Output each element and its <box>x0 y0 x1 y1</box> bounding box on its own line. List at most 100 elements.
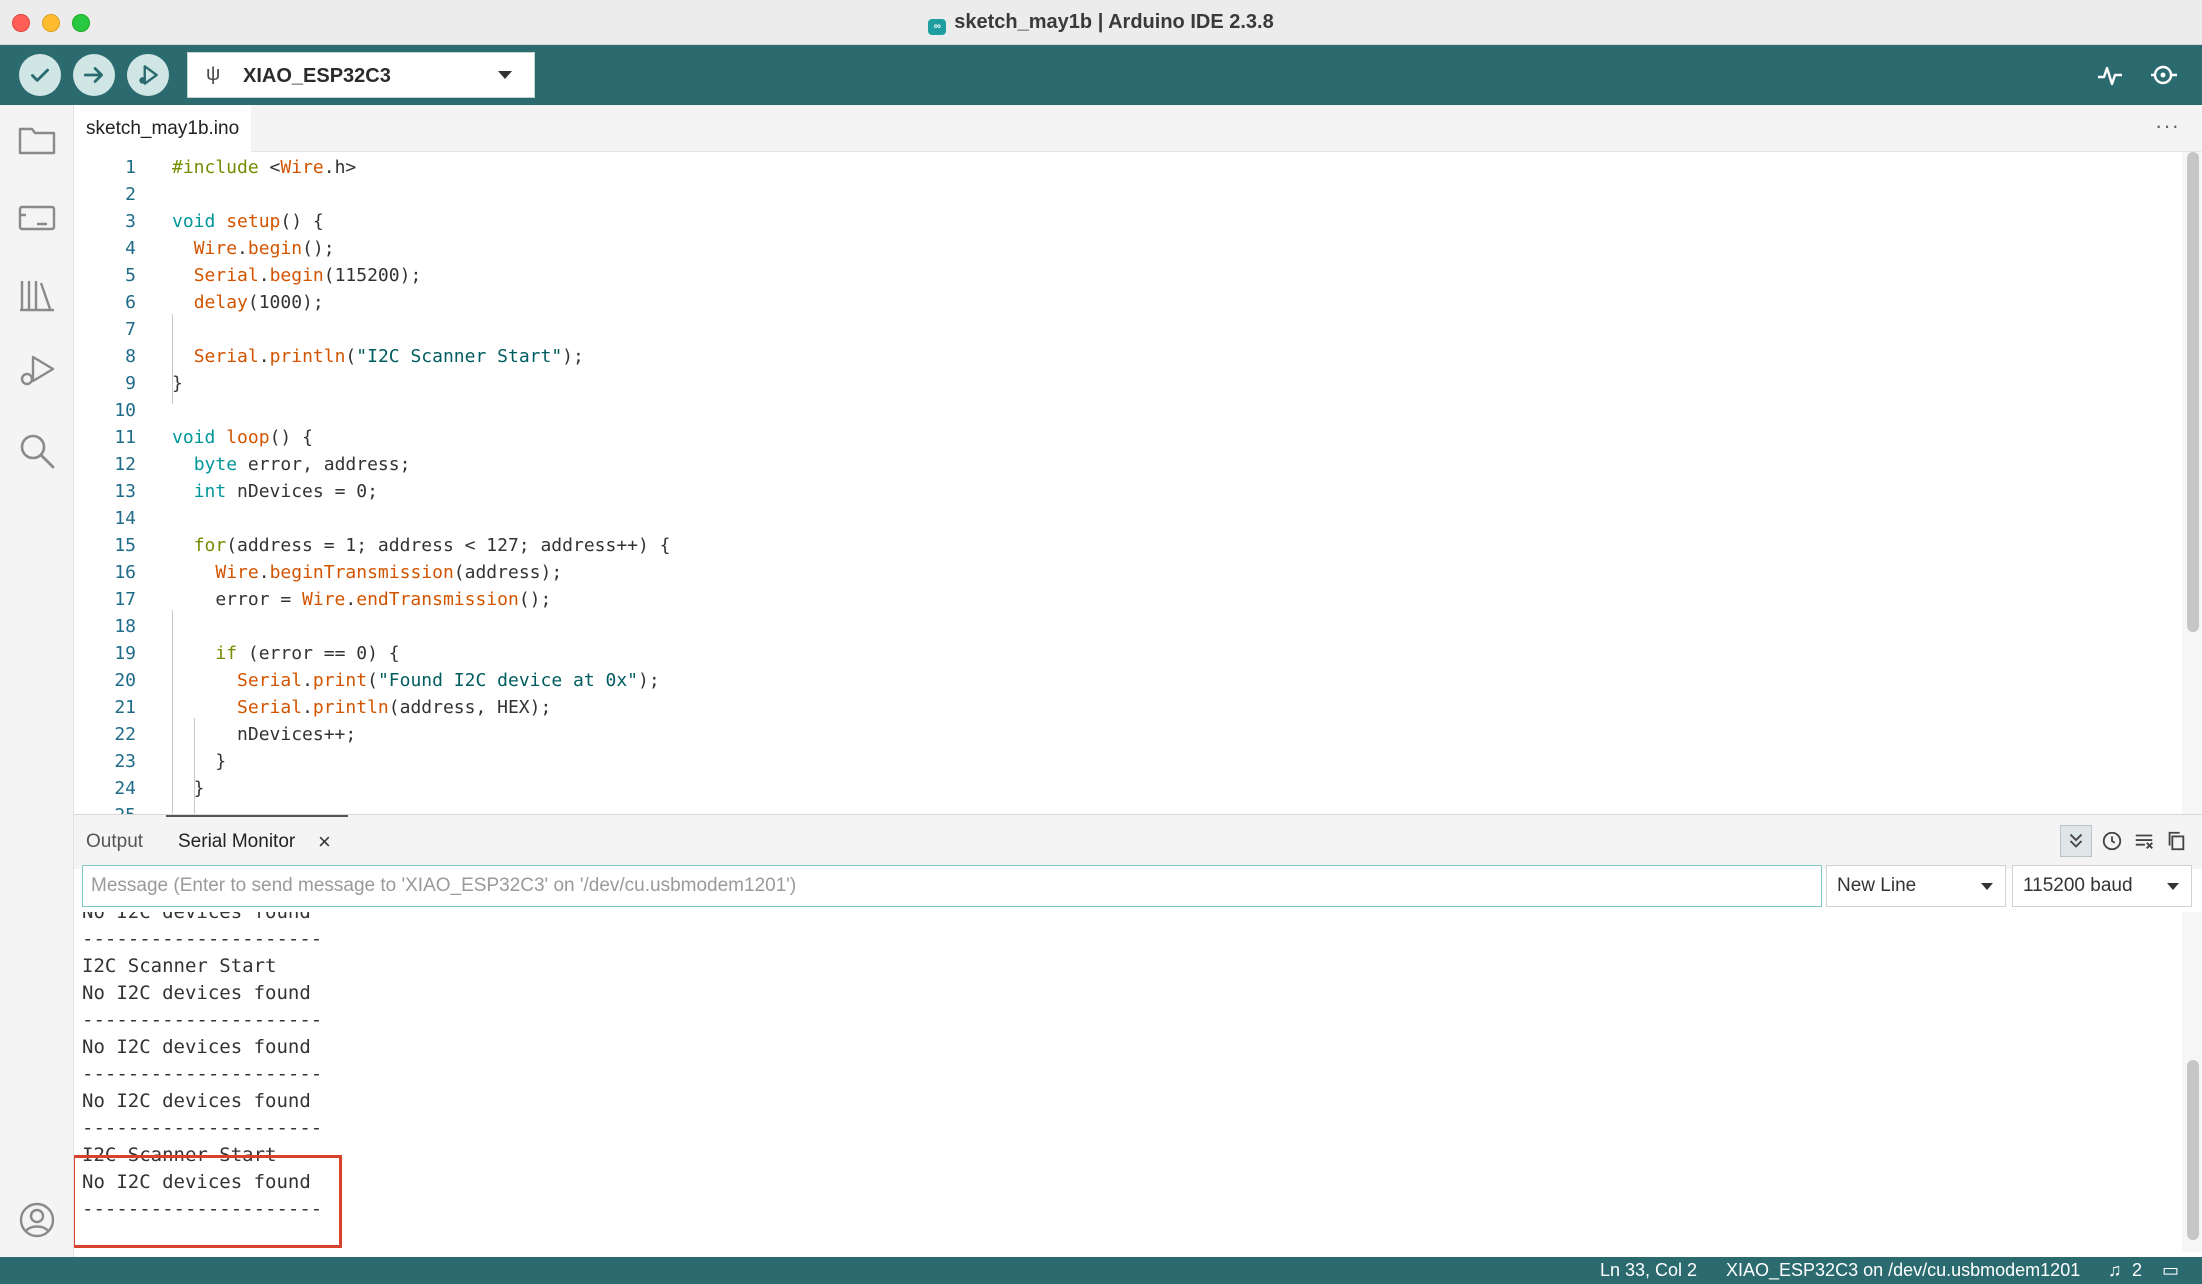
code-text: for(address = 1; address < 127; address+… <box>193 535 671 556</box>
editor-scrollbar-thumb[interactable] <box>2187 152 2199 632</box>
code-line[interactable]: 2 <box>74 181 2174 208</box>
debug-panel-button[interactable] <box>17 351 57 391</box>
code-line[interactable]: 10 <box>74 397 2174 424</box>
arduino-infinity-icon: ∞ <box>928 19 947 35</box>
boards-manager-button[interactable] <box>17 197 57 237</box>
code-text: Wire.begin(); <box>193 238 335 259</box>
clear-output-icon <box>2135 834 2153 849</box>
code-line[interactable]: 4 Wire.begin(); <box>74 235 2174 262</box>
tab-output[interactable]: Output <box>86 831 143 853</box>
copy-output-button[interactable] <box>2160 825 2192 857</box>
message-field[interactable] <box>82 865 1822 907</box>
board-selector[interactable]: ψ XIAO_ESP32C3 <box>187 52 535 98</box>
code-line[interactable]: 7 <box>74 316 2174 343</box>
code-editor[interactable]: 1 #include <Wire.h> 2 3 void setup() {4 Wire… <box>74 152 2182 814</box>
code-line[interactable]: 11 void loop() { <box>74 424 2174 451</box>
arduino-ide-window: ∞ sketch_may1b | Arduino IDE 2.3.8 ψ XIAO… <box>0 0 2202 1284</box>
board-name: XIAO_ESP32C3 <box>243 65 391 87</box>
line-number: 25 <box>74 802 136 814</box>
serial-line: --------------------- <box>82 928 323 950</box>
code-line[interactable]: 24 } <box>74 775 2174 802</box>
editor-scrollbar[interactable] <box>2182 152 2202 814</box>
code-text: Serial.print("Found I2C device at 0x"); <box>237 670 660 691</box>
line-number: 15 <box>114 535 136 556</box>
code-text: Wire.beginTransmission(address); <box>215 562 563 583</box>
code-line[interactable]: 22 nDevices++; <box>74 721 2174 748</box>
tab-serial-monitor[interactable]: Serial Monitor <box>178 831 295 853</box>
line-number: 18 <box>114 616 136 637</box>
line-number: 6 <box>125 292 136 313</box>
code-text: Serial.println(address, HEX); <box>237 697 552 718</box>
serial-monitor-button[interactable] <box>2148 59 2180 91</box>
line-number: 11 <box>114 427 136 448</box>
chevron-down-icon <box>1981 883 1993 890</box>
indent-guide <box>172 314 173 404</box>
serial-scrollbar-thumb[interactable] <box>2187 1060 2199 1240</box>
cursor-position[interactable]: Ln 33, Col 2 <box>1600 1260 1697 1281</box>
line-number: 24 <box>114 778 136 799</box>
status-bar: Ln 33, Col 2 XIAO_ESP32C3 on /dev/cu.usb… <box>0 1257 2202 1284</box>
autoscroll-icon <box>2069 833 2083 848</box>
line-ending-value: New Line <box>1837 875 1917 896</box>
search-button[interactable] <box>17 431 57 471</box>
code-line[interactable]: 15 for(address = 1; address < 127; addre… <box>74 532 2174 559</box>
file-tab-sketch[interactable]: sketch_may1b.ino <box>74 105 252 152</box>
code-line[interactable]: 14 <box>74 505 2174 532</box>
serial-line: --------------------- <box>82 1063 323 1085</box>
code-line[interactable]: 21 Serial.println(address, HEX); <box>74 694 2174 721</box>
arrow-right-icon <box>83 67 103 83</box>
baud-rate-select[interactable]: 115200 baud <box>2012 865 2192 907</box>
code-line[interactable]: 12 byte error, address; <box>74 451 2174 478</box>
editor-tab-bar: sketch_may1b.ino ··· <box>74 105 2202 152</box>
code-text: if (error == 0) { <box>215 643 400 664</box>
board-port-status[interactable]: XIAO_ESP32C3 on /dev/cu.usbmodem1201 <box>1726 1260 2080 1281</box>
code-line[interactable]: 25 <box>74 802 2174 814</box>
serial-scrollbar[interactable] <box>2182 912 2202 1252</box>
serial-output: No I2C devices found --------------------… <box>74 912 2182 1252</box>
code-line[interactable]: 23 } <box>74 748 2174 775</box>
code-line[interactable]: 8 Serial.println("I2C Scanner Start"); <box>74 343 2174 370</box>
code-line[interactable]: 1 #include <Wire.h> <box>74 154 2174 181</box>
checkmark-icon <box>31 68 49 82</box>
line-number: 17 <box>114 589 136 610</box>
account-button[interactable] <box>17 1200 57 1240</box>
panel-tab-bar: Output Serial Monitor × <box>74 815 2202 869</box>
code-line[interactable]: 16 Wire.beginTransmission(address); <box>74 559 2174 586</box>
notification-count[interactable]: 2 <box>2132 1260 2142 1281</box>
code-line[interactable]: 20 Serial.print("Found I2C device at 0x"… <box>74 667 2174 694</box>
code-text: } <box>172 778 205 799</box>
serial-line: No I2C devices found <box>82 1090 311 1112</box>
bell-icon[interactable]: ♫ <box>2108 1260 2122 1281</box>
code-line[interactable]: 19 if (error == 0) { <box>74 640 2174 667</box>
code-line[interactable]: 5 Serial.begin(115200); <box>74 262 2174 289</box>
message-input[interactable] <box>83 866 1821 906</box>
board-manager-icon <box>18 205 56 231</box>
timestamp-button[interactable] <box>2096 825 2128 857</box>
upload-button[interactable] <box>73 54 115 96</box>
line-number: 19 <box>114 643 136 664</box>
code-text: Serial.begin(115200); <box>193 265 422 286</box>
code-line[interactable]: 3 void setup() { <box>74 208 2174 235</box>
sketchbook-button[interactable] <box>17 119 57 159</box>
line-number: 4 <box>125 238 136 259</box>
close-serial-monitor-button[interactable]: × <box>318 829 331 855</box>
code-line[interactable]: 9} <box>74 370 2174 397</box>
line-number: 13 <box>114 481 136 502</box>
clear-output-button[interactable] <box>2128 825 2160 857</box>
window-title: ∞ sketch_may1b | Arduino IDE 2.3.8 <box>0 11 2202 35</box>
line-ending-select[interactable]: New Line <box>1826 865 2006 907</box>
more-actions-button[interactable]: ··· <box>2155 113 2180 139</box>
library-manager-button[interactable] <box>17 275 57 315</box>
debug-button[interactable] <box>127 54 169 96</box>
code-line[interactable]: 18 <box>74 613 2174 640</box>
pulse-icon <box>2098 66 2122 86</box>
code-line[interactable]: 17 error = Wire.endTransmission(); <box>74 586 2174 613</box>
toggle-panel-icon[interactable]: ▭ <box>2162 1260 2179 1281</box>
verify-button[interactable] <box>19 54 61 96</box>
serial-plotter-button[interactable] <box>2094 59 2126 91</box>
code-line[interactable]: 6 delay(1000); <box>74 289 2174 316</box>
autoscroll-button[interactable] <box>2060 825 2092 857</box>
folder-icon <box>18 127 56 155</box>
line-number: 14 <box>114 508 136 529</box>
code-line[interactable]: 13 int nDevices = 0; <box>74 478 2174 505</box>
